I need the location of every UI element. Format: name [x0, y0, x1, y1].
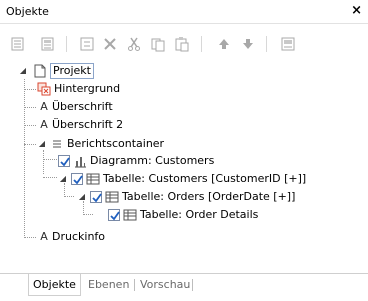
checkbox[interactable] — [90, 191, 102, 203]
cut-icon[interactable] — [126, 36, 142, 52]
tree-item-ueberschrift[interactable]: A Überschrift — [39, 98, 112, 116]
container-icon — [50, 137, 64, 151]
page-icon — [33, 64, 47, 78]
panel-title: Objekte — [6, 5, 49, 18]
tree-item-tabelle-orders[interactable]: Tabelle: Orders [OrderDate [+]] — [90, 188, 295, 206]
new-object-2-icon[interactable] — [40, 36, 56, 52]
text-icon: A — [40, 118, 48, 131]
checkbox[interactable] — [58, 155, 70, 167]
move-up-icon[interactable] — [216, 36, 232, 52]
tree-item-tabelle-customers[interactable]: Tabelle: Customers [CustomerID [+]] — [71, 170, 306, 188]
paste-icon[interactable] — [174, 36, 190, 52]
delete-icon[interactable] — [102, 36, 118, 52]
new-object-icon[interactable] — [10, 36, 26, 52]
text-icon: A — [40, 100, 48, 113]
collapse-toggle-icon[interactable]: ◢ — [58, 174, 68, 184]
object-tree: ◢ Projekt Hintergrund A Überschrift A Über… — [0, 62, 368, 257]
tab-ebenen[interactable]: Ebenen — [84, 274, 133, 296]
checkbox[interactable] — [71, 173, 83, 185]
move-down-icon[interactable] — [240, 36, 256, 52]
tree-item-druckinfo[interactable]: A Druckinfo — [39, 228, 105, 246]
background-icon — [37, 82, 51, 96]
text-icon: A — [40, 230, 48, 243]
panel-titlebar: Objekte × — [0, 0, 368, 24]
bottom-tabs: Objekte Ebenen Vorschau — [0, 273, 368, 301]
collapse-toggle-icon[interactable]: ◢ — [37, 139, 47, 149]
export-icon[interactable] — [280, 36, 296, 52]
copy-icon[interactable] — [150, 36, 166, 52]
properties-icon[interactable] — [79, 36, 95, 52]
tab-vorschau[interactable]: Vorschau — [136, 274, 194, 296]
chart-icon — [73, 154, 87, 168]
table-icon — [105, 190, 119, 204]
toolbar — [0, 30, 368, 56]
collapse-toggle-icon[interactable]: ◢ — [18, 66, 28, 76]
tree-item-diagramm-customers[interactable]: Diagramm: Customers — [58, 152, 214, 170]
close-icon[interactable]: × — [351, 3, 362, 18]
tree-item-hintergrund[interactable]: Hintergrund — [37, 80, 120, 98]
tree-item-ueberschrift-2[interactable]: A Überschrift 2 — [39, 116, 123, 134]
collapse-toggle-icon[interactable]: ◢ — [77, 192, 87, 202]
tab-objekte[interactable]: Objekte — [28, 274, 81, 296]
tree-item-tabelle-order-details[interactable]: Tabelle: Order Details — [108, 206, 258, 224]
tree-item-projekt[interactable]: Projekt — [33, 62, 94, 80]
tree-item-berichtscontainer[interactable]: Berichtscontainer — [50, 135, 164, 153]
table-icon — [86, 172, 100, 186]
checkbox[interactable] — [108, 209, 120, 221]
table-icon — [123, 208, 137, 222]
